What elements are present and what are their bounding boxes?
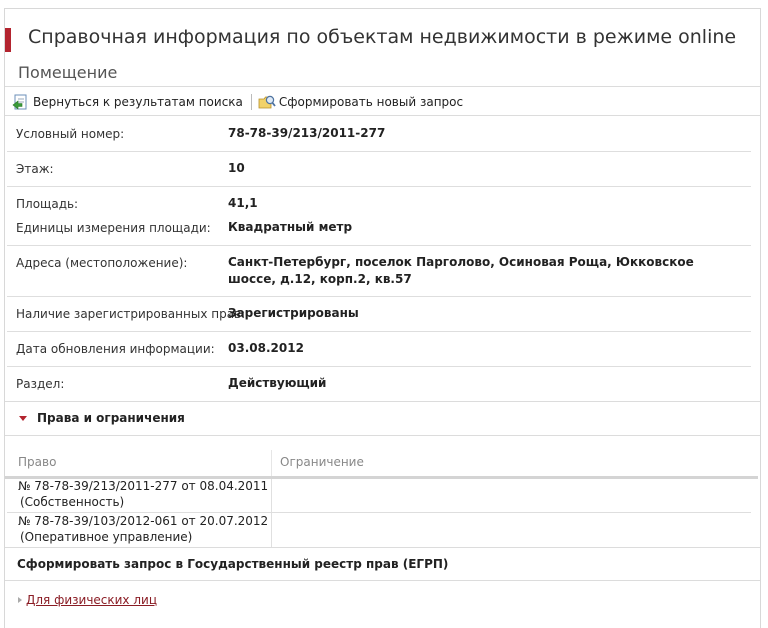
field-label-address: Адреса (местоположение):	[16, 256, 188, 270]
right-type: (Оперативное управление)	[20, 530, 193, 544]
field-label-floor: Этаж:	[16, 162, 54, 176]
field-value-area: 41,1	[228, 196, 258, 210]
right-type: (Собственность)	[20, 495, 125, 509]
divider	[5, 580, 760, 581]
field-value-section: Действующий	[228, 376, 327, 390]
field-value-update-date: 03.08.2012	[228, 341, 304, 355]
right-number: № 78-78-39/213/2011-277 от 08.04.2011	[18, 479, 269, 493]
field-value-address: Санкт-Петербург, поселок Парголово, Осин…	[228, 255, 694, 286]
field-label-area: Площадь:	[16, 197, 79, 211]
divider	[5, 86, 760, 87]
individuals-link[interactable]: Для физических лиц	[26, 593, 157, 607]
divider	[5, 115, 760, 116]
rights-section-toggle[interactable]: Права и ограничения	[37, 411, 185, 425]
toolbar-separator	[250, 94, 252, 110]
row-divider	[7, 186, 751, 187]
back-to-results-label: Вернуться к результатам поиска	[33, 95, 243, 109]
field-label-area-units: Единицы измерения площади:	[16, 221, 211, 235]
row-divider	[7, 245, 751, 246]
divider	[5, 547, 760, 548]
divider	[5, 401, 760, 402]
back-to-results-button[interactable]: Вернуться к результатам поиска	[12, 94, 243, 111]
main-panel: Справочная информация по объектам недвиж…	[4, 8, 761, 628]
link-arrow-icon	[18, 597, 22, 603]
back-document-icon	[12, 94, 27, 110]
divider	[5, 435, 760, 436]
new-request-button[interactable]: Сформировать новый запрос	[258, 94, 463, 111]
row-divider	[7, 331, 751, 332]
page-title: Справочная информация по объектам недвиж…	[28, 26, 737, 48]
toolbar: Вернуться к результатам поиска Сформиров…	[12, 93, 463, 111]
field-value-area-units: Квадратный метр	[228, 220, 353, 234]
row-divider	[7, 366, 751, 367]
field-label-conditional-number: Условный номер:	[16, 127, 125, 141]
field-value-registered-rights: Зарегистрированы	[228, 306, 359, 320]
row-divider	[7, 512, 751, 513]
row-divider	[7, 296, 751, 297]
column-divider	[271, 479, 272, 547]
column-divider	[271, 450, 272, 476]
object-type-heading: Помещение	[18, 63, 118, 82]
field-value-floor: 10	[228, 161, 245, 175]
field-label-update-date: Дата обновления информации:	[16, 342, 215, 356]
column-header-right: Право	[18, 455, 57, 469]
column-header-restriction: Ограничение	[280, 455, 364, 469]
new-request-folder-icon	[258, 95, 276, 108]
right-number: № 78-78-39/103/2012-061 от 20.07.2012	[18, 514, 269, 528]
new-request-label: Сформировать новый запрос	[278, 95, 464, 109]
field-label-section: Раздел:	[16, 377, 65, 391]
field-value-conditional-number: 78-78-39/213/2011-277	[228, 126, 386, 140]
row-divider	[7, 151, 751, 152]
collapse-arrow-icon[interactable]	[19, 416, 27, 421]
title-accent-bar	[5, 28, 11, 52]
field-label-registered-rights: Наличие зарегистрированных прав:	[16, 307, 246, 321]
egrp-request-heading: Сформировать запрос в Государственный ре…	[17, 557, 449, 571]
